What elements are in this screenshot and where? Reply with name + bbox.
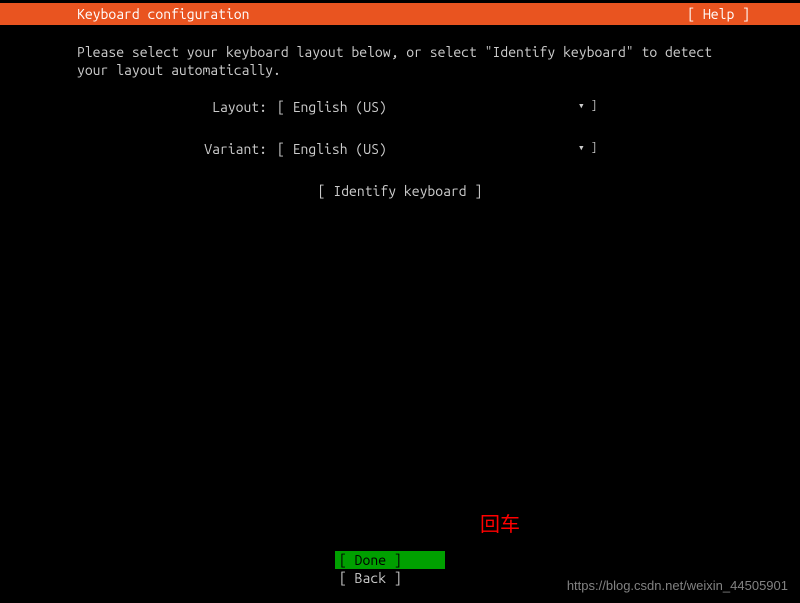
instruction-text: Please select your keyboard layout below…	[77, 43, 723, 79]
dropdown-icon: ▾ ]	[578, 99, 597, 115]
variant-label: Variant:	[77, 141, 277, 157]
watermark-text: https://blog.csdn.net/weixin_44505901	[567, 578, 788, 593]
layout-select[interactable]: [ English (US) ▾ ]	[277, 99, 597, 115]
variant-value: [ English (US)	[277, 141, 387, 157]
layout-field-row: Layout: [ English (US) ▾ ]	[77, 99, 723, 115]
help-button[interactable]: [ Help ]	[687, 6, 790, 22]
back-button[interactable]: [ Back ]	[335, 569, 445, 587]
layout-label: Layout:	[77, 99, 277, 115]
annotation-text: 回车	[480, 508, 520, 537]
variant-field-row: Variant: [ English (US) ▾ ]	[77, 141, 723, 157]
title-bar: Keyboard configuration [ Help ]	[0, 3, 800, 25]
main-content: Please select your keyboard layout below…	[0, 25, 800, 199]
done-button[interactable]: [ Done ]	[335, 551, 445, 569]
screen-title: Keyboard configuration	[77, 6, 249, 22]
identify-keyboard-button[interactable]: [ Identify keyboard ]	[77, 183, 723, 199]
layout-value: [ English (US)	[277, 99, 387, 115]
variant-select[interactable]: [ English (US) ▾ ]	[277, 141, 597, 157]
dropdown-icon: ▾ ]	[578, 141, 597, 157]
footer-buttons: [ Done ] [ Back ]	[335, 551, 445, 587]
